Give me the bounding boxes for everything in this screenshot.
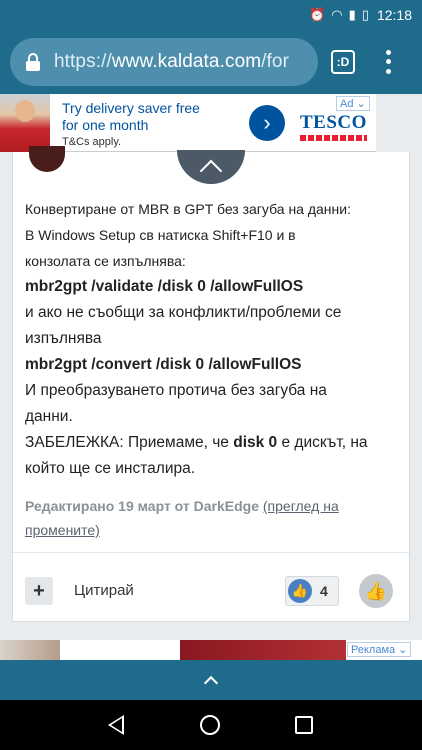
post-line: данни. [25,408,73,425]
like-count: 4 [320,583,328,599]
avatar[interactable] [29,146,65,172]
like-button[interactable]: 👍 [359,574,393,608]
back-icon[interactable] [108,715,124,735]
post-line: И преобразуването протича без загуба на [25,382,327,399]
view-changes-link[interactable]: промените) [25,522,100,538]
thumbs-up-icon: 👍 [364,580,388,601]
clock: 12:18 [376,7,412,23]
wifi-icon: ◠ [331,7,343,22]
post-line: Конвертиране от MBR в GPT без загуба на … [25,201,351,217]
post-line: и ако не съобщи за конфликти/проблеми се [25,304,342,321]
forum-post: Конвертиране от MBR в GPT без загуба на … [12,146,410,622]
system-nav-bar [0,700,422,750]
ad-text[interactable]: Try delivery saver free for one month T&… [62,100,200,151]
lock-icon [26,53,40,71]
brand-logo: TESCO [300,112,367,141]
note-line: ЗАБЕЛЕЖКА: Приемаме, че disk 0 е дискът,… [25,434,368,451]
tab-switcher-button[interactable]: :D [331,50,355,74]
view-changes-link[interactable]: (преглед на [263,498,339,514]
chevron-right-icon[interactable]: › [249,105,285,141]
browser-toolbar: https://www.kaldata.com/for :D [0,30,422,94]
scroll-to-top-button[interactable] [0,660,422,700]
ad-image [0,640,60,660]
home-icon[interactable] [200,715,220,735]
post-line: В Windows Setup св натиска Shift+F10 и в [25,227,296,243]
battery-icon: ▯ [361,7,369,22]
ad-image [0,94,50,152]
multiquote-button[interactable]: + [25,577,53,605]
address-bar[interactable]: https://www.kaldata.com/for [10,38,318,86]
ad-banner-bottom[interactable]: Реклама ⌄ [0,640,422,660]
post-line: конзолата се изпълнява: [25,253,186,269]
thumbs-up-icon: 👍 [288,579,312,603]
overflow-menu-icon[interactable] [380,48,396,76]
command-convert: mbr2gpt /convert /disk 0 /allowFullOS [25,356,302,373]
ad-choices-badge[interactable]: Ad ⌄ [336,96,370,111]
reaction-count[interactable]: 👍 4 [285,576,339,606]
alarm-icon: ⏰ [309,7,326,22]
chevron-up-icon [203,675,219,690]
recent-apps-icon[interactable] [295,716,313,734]
ad-choices-badge[interactable]: Реклама ⌄ [347,642,412,657]
note-line: който ще се инсталира. [25,460,196,477]
status-bar: ⏰ ◠ ▮ ▯ 12:18 [0,0,422,30]
signal-icon: ▮ [348,7,356,22]
ad-image [180,640,346,660]
command-validate: mbr2gpt /validate /disk 0 /allowFullOS [25,278,304,295]
post-content: Конвертиране от MBR в GPT без загуба на … [25,196,397,482]
chevron-up-icon [199,159,223,183]
post-line: изпълнява [25,330,102,347]
divider [13,552,409,553]
url-text[interactable]: https://www.kaldata.com/for [54,51,289,73]
edit-info: Редактирано 19 март от DarkEdge (преглед… [25,498,339,538]
collapse-button[interactable] [177,150,245,184]
quote-button[interactable]: Цитирай [74,582,134,599]
ad-banner-top[interactable]: Try delivery saver free for one month T&… [0,94,376,152]
